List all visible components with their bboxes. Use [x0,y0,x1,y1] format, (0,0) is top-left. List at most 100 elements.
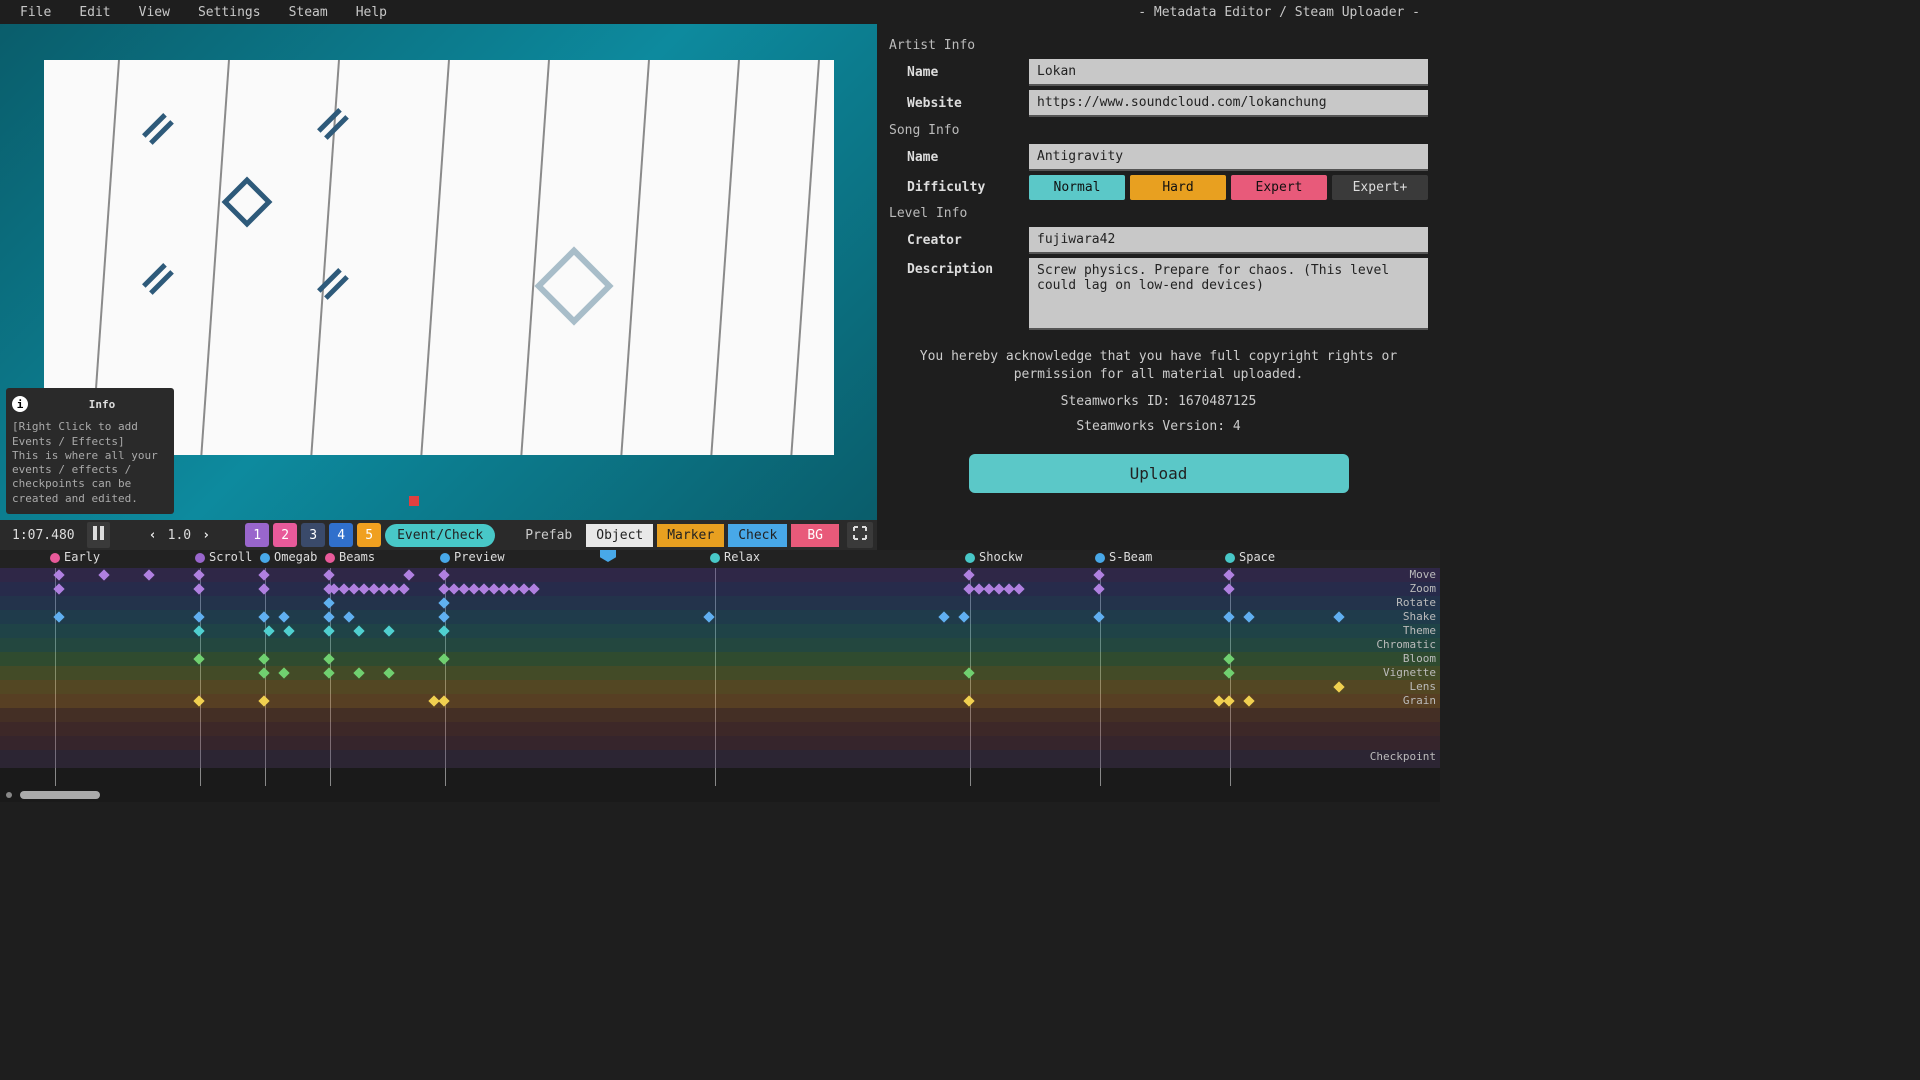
upload-button[interactable]: Upload [969,454,1349,493]
layer-5-button[interactable]: 5 [357,523,381,547]
keyframe[interactable] [938,611,949,622]
track-row[interactable] [0,736,1440,750]
keyframe[interactable] [258,667,269,678]
keyframe[interactable] [193,625,204,636]
difficulty-hard-button[interactable]: Hard [1130,175,1226,200]
keyframe[interactable] [958,611,969,622]
keyframe[interactable] [398,583,409,594]
difficulty-expert-plus-button[interactable]: Expert+ [1332,175,1428,200]
keyframe[interactable] [403,569,414,580]
layer-1-button[interactable]: 1 [245,523,269,547]
creator-input[interactable] [1029,227,1428,254]
keyframe[interactable] [193,611,204,622]
keyframe[interactable] [53,611,64,622]
keyframe[interactable] [193,695,204,706]
keyframe[interactable] [703,611,714,622]
keyframe[interactable] [143,569,154,580]
keyframe[interactable] [1223,583,1234,594]
track-row[interactable]: Zoom [0,582,1440,596]
keyframe[interactable] [193,653,204,664]
keyframe[interactable] [1093,583,1104,594]
track-row[interactable]: Rotate [0,596,1440,610]
keyframe[interactable] [323,597,334,608]
keyframe[interactable] [193,583,204,594]
track-row[interactable]: Chromatic [0,638,1440,652]
keyframe[interactable] [528,583,539,594]
keyframe[interactable] [1093,611,1104,622]
keyframe[interactable] [438,695,449,706]
keyframe[interactable] [258,653,269,664]
scrollbar-handle[interactable] [20,791,100,799]
track-row[interactable]: Bloom [0,652,1440,666]
keyframe[interactable] [1243,695,1254,706]
keyframe[interactable] [1243,611,1254,622]
prev-button[interactable]: ‹ [142,524,164,547]
menu-steam[interactable]: Steam [275,2,342,23]
menu-help[interactable]: Help [342,2,401,23]
difficulty-expert-button[interactable]: Expert [1231,175,1327,200]
keyframe[interactable] [438,597,449,608]
timeline-playhead[interactable] [600,550,616,570]
track-row[interactable]: Theme [0,624,1440,638]
track-row[interactable]: Move [0,568,1440,582]
keyframe[interactable] [323,611,334,622]
track-row[interactable]: Shake [0,610,1440,624]
timeline-marker[interactable]: Beams [325,550,375,564]
keyframe[interactable] [963,667,974,678]
menu-view[interactable]: View [125,2,184,23]
keyframe[interactable] [98,569,109,580]
track-row[interactable]: Grain [0,694,1440,708]
keyframe[interactable] [258,611,269,622]
check-button[interactable]: Check [728,524,787,547]
keyframe[interactable] [383,667,394,678]
keyframe[interactable] [1223,611,1234,622]
timeline-marker[interactable]: Scroll [195,550,252,564]
keyframe[interactable] [323,569,334,580]
timeline-marker[interactable]: Shockw [965,550,1022,564]
keyframe[interactable] [1093,569,1104,580]
timeline-marker[interactable]: Space [1225,550,1275,564]
tracks[interactable]: MoveZoomRotateShakeThemeChromaticBloomVi… [0,568,1440,776]
difficulty-normal-button[interactable]: Normal [1029,175,1125,200]
object-button[interactable]: Object [586,524,653,547]
checkpoint-track[interactable]: Checkpoint [0,750,1440,768]
keyframe[interactable] [1223,569,1234,580]
keyframe[interactable] [1333,681,1344,692]
fullscreen-button[interactable] [847,522,873,548]
track-row[interactable]: Vignette [0,666,1440,680]
event-check-button[interactable]: Event/Check [385,524,495,547]
keyframe[interactable] [283,625,294,636]
keyframe[interactable] [1333,611,1344,622]
layer-2-button[interactable]: 2 [273,523,297,547]
timeline-marker[interactable]: Early [50,550,100,564]
keyframe[interactable] [323,625,334,636]
timeline-marker[interactable]: Relax [710,550,760,564]
marker-button[interactable]: Marker [657,524,724,547]
keyframe[interactable] [263,625,274,636]
keyframe[interactable] [193,569,204,580]
artist-name-input[interactable] [1029,59,1428,86]
menu-edit[interactable]: Edit [65,2,124,23]
keyframe[interactable] [1223,695,1234,706]
keyframe[interactable] [438,653,449,664]
keyframe[interactable] [963,569,974,580]
timeline-marker[interactable]: Preview [440,550,505,564]
prefab-button[interactable]: Prefab [515,524,582,547]
keyframe[interactable] [258,569,269,580]
keyframe[interactable] [1013,583,1024,594]
keyframe[interactable] [278,667,289,678]
website-input[interactable] [1029,90,1428,117]
keyframe[interactable] [53,583,64,594]
keyframe[interactable] [438,625,449,636]
bg-button[interactable]: BG [791,524,839,547]
description-input[interactable] [1029,258,1428,330]
layer-3-button[interactable]: 3 [301,523,325,547]
timeline-marker[interactable]: S-Beam [1095,550,1152,564]
track-row[interactable] [0,708,1440,722]
track-row[interactable] [0,722,1440,736]
track-row[interactable]: Lens [0,680,1440,694]
keyframe[interactable] [258,583,269,594]
keyframe[interactable] [438,611,449,622]
preview-viewport[interactable]: iInfo [Right Click to add Events / Effec… [0,24,877,520]
keyframe[interactable] [53,569,64,580]
